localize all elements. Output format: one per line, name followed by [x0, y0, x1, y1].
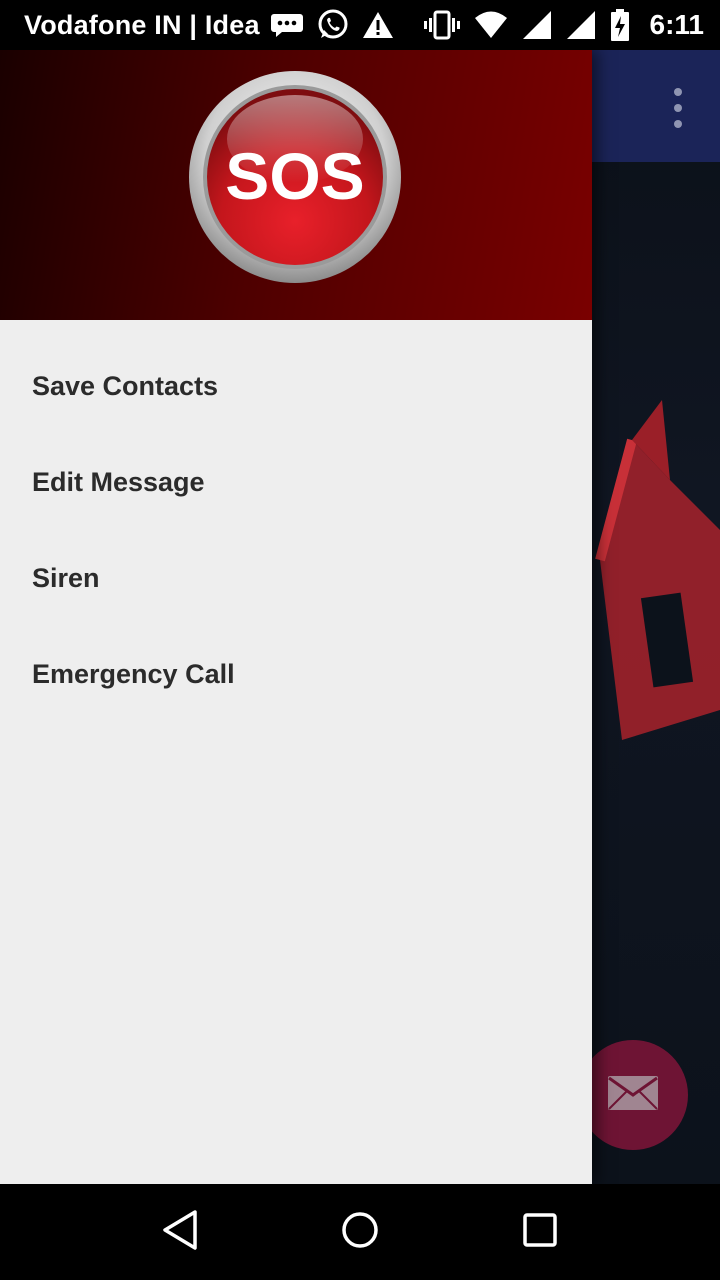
mail-icon — [607, 1075, 659, 1116]
menu-item-emergency-call[interactable]: Emergency Call — [0, 626, 592, 722]
status-bar: Vodafone IN | Idea 6:11 — [0, 0, 720, 50]
recents-icon — [522, 1212, 558, 1253]
signal-icon — [522, 10, 552, 40]
sos-logo: SOS — [189, 71, 401, 283]
navigation-drawer: SOS Save Contacts Edit Message Siren Eme… — [0, 50, 592, 1184]
warning-icon — [362, 11, 394, 39]
drawer-menu: Save Contacts Edit Message Siren Emergen… — [0, 320, 592, 722]
home-button[interactable] — [330, 1202, 390, 1262]
clock: 6:11 — [649, 9, 705, 40]
notification-icons — [270, 8, 394, 42]
recents-button[interactable] — [510, 1202, 570, 1262]
house-illustration: 12 — [595, 400, 720, 740]
whatsapp-icon — [316, 8, 350, 42]
back-icon — [161, 1209, 199, 1256]
drawer-header: SOS — [0, 50, 592, 320]
message-icon — [270, 12, 304, 38]
battery-charging-icon — [610, 9, 630, 41]
system-nav-bar — [0, 1184, 720, 1280]
menu-item-siren[interactable]: Siren — [0, 530, 592, 626]
back-button[interactable] — [150, 1202, 210, 1262]
sos-logo-text: SOS — [225, 139, 364, 213]
wifi-icon — [474, 11, 508, 39]
home-icon — [340, 1210, 380, 1255]
vibrate-icon — [423, 10, 460, 40]
carrier-name: Vodafone IN | Idea — [24, 9, 260, 40]
send-message-fab[interactable] — [578, 1040, 688, 1150]
menu-item-edit-message[interactable]: Edit Message — [0, 434, 592, 530]
more-vert-icon[interactable] — [664, 88, 692, 128]
signal-icon — [566, 10, 596, 40]
system-icons: 6:11 — [423, 9, 705, 41]
menu-item-save-contacts[interactable]: Save Contacts — [0, 338, 592, 434]
